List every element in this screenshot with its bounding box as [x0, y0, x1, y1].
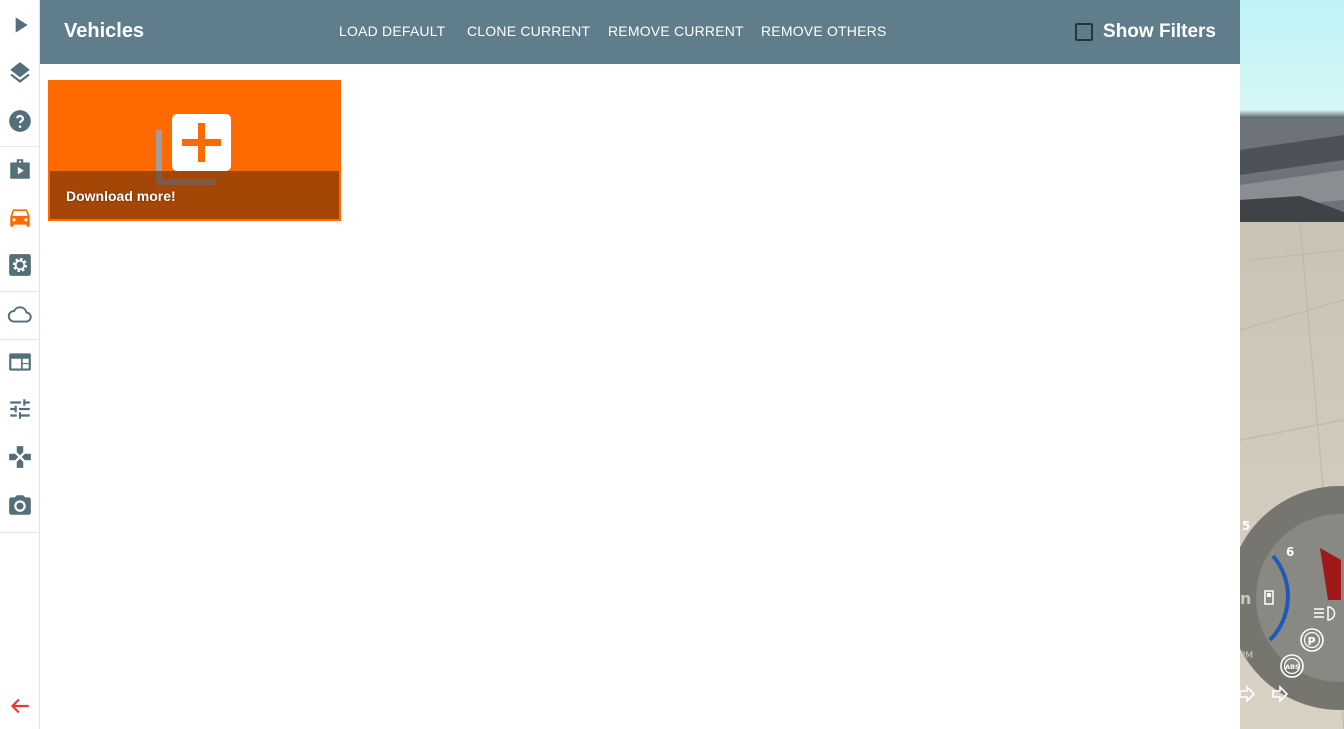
sidebar-item-vehicles[interactable]	[0, 195, 39, 239]
camera-icon	[8, 495, 31, 515]
scenario-icon	[9, 159, 30, 179]
vehicles-panel: Vehicles LOAD DEFAULT CLONE CURRENT REMO…	[40, 0, 1240, 729]
svg-text:ABS: ABS	[1285, 663, 1300, 671]
gamepad-icon	[8, 446, 31, 468]
sidebar-item-tuning[interactable]	[0, 387, 39, 431]
page-title: Vehicles	[64, 20, 145, 42]
cloud-icon	[7, 306, 32, 323]
help-icon	[8, 110, 31, 132]
sidebar-item-help[interactable]	[0, 99, 39, 143]
sidebar-item-controls[interactable]	[0, 435, 39, 479]
download-more-tile[interactable]: Download more!	[48, 80, 341, 221]
show-filters-checkbox[interactable]	[1075, 23, 1094, 41]
game-viewport: 5 6 n PM P ABS	[1240, 0, 1344, 729]
svg-text:P: P	[1308, 635, 1316, 648]
sidebar-item-play[interactable]	[0, 3, 39, 47]
car-icon	[9, 209, 30, 227]
sidebar-item-ui-apps[interactable]	[0, 340, 39, 384]
parking-brake-icon: P	[1300, 628, 1324, 652]
show-filters-label: Show Filters	[1103, 21, 1216, 42]
show-filters-toggle[interactable]: Show Filters	[1075, 21, 1216, 43]
back-arrow-icon	[10, 698, 29, 714]
tach-tick-6: 6	[1286, 545, 1294, 559]
sidebar-item-photo-mode[interactable]	[0, 483, 39, 527]
remove-current-button[interactable]: REMOVE CURRENT	[608, 23, 744, 39]
turn-left-icon	[1240, 685, 1256, 703]
clone-current-button[interactable]: CLONE CURRENT	[467, 23, 590, 39]
tune-icon	[9, 399, 30, 419]
tile-label: Download more!	[66, 188, 176, 204]
sidebar-item-scenarios[interactable]	[0, 147, 39, 191]
speed-unit-text: n	[1240, 589, 1251, 608]
load-default-button[interactable]: LOAD DEFAULT	[339, 23, 445, 39]
tach-tick-5: 5	[1242, 519, 1250, 533]
back-button[interactable]	[0, 684, 39, 728]
sidebar	[0, 0, 40, 729]
abs-icon: ABS	[1280, 654, 1304, 678]
remove-others-button[interactable]: REMOVE OTHERS	[761, 23, 887, 39]
panel-header: Vehicles LOAD DEFAULT CLONE CURRENT REMO…	[40, 0, 1240, 64]
rpm-unit-text: PM	[1240, 651, 1253, 661]
app-window-icon	[8, 353, 31, 371]
gear-icon	[8, 254, 31, 276]
sidebar-item-environment[interactable]	[0, 292, 39, 336]
game-scene: 5 6 n PM P ABS	[1240, 118, 1344, 729]
sidebar-item-levels[interactable]	[0, 51, 39, 95]
layers-icon	[9, 62, 30, 83]
sidebar-item-options[interactable]	[0, 243, 39, 287]
play-icon	[15, 17, 28, 33]
